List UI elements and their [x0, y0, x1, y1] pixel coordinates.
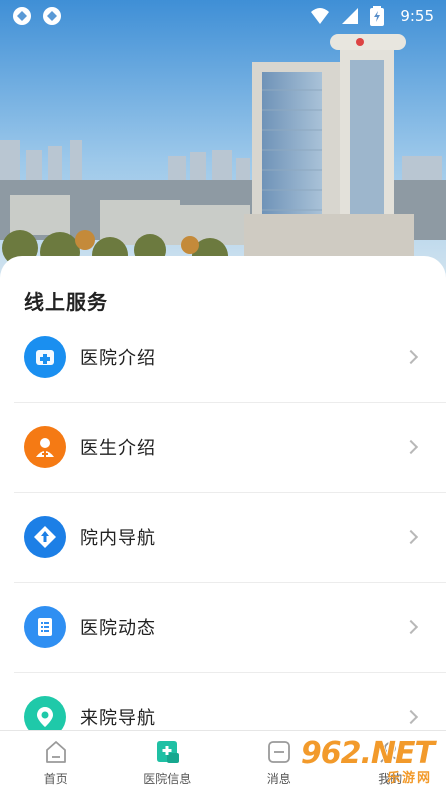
service-label: 医院介绍 — [80, 348, 156, 369]
tab-label: 医院信息 — [143, 772, 192, 786]
watermark-subtext: 乐游网 — [386, 771, 432, 786]
service-item-doctor-intro[interactable]: 医生介绍 — [0, 402, 446, 492]
hospital-plus-icon — [157, 741, 180, 763]
chevron-right-icon — [403, 619, 419, 635]
home-icon — [45, 741, 66, 763]
app-notification-icon — [42, 6, 62, 26]
hospital-info-icon — [24, 336, 66, 378]
service-label: 医院动态 — [80, 618, 156, 639]
battery-charging-icon — [370, 6, 390, 26]
status-bar: 9:55 — [0, 0, 446, 32]
service-item-hospital-news[interactable]: 医院动态 — [0, 582, 446, 672]
section-title: 线上服务 — [24, 290, 108, 314]
tab-label: 首页 — [43, 772, 68, 786]
message-icon — [267, 741, 290, 763]
tab-home[interactable]: 首页 — [0, 731, 112, 792]
navigation-diamond-icon — [24, 516, 66, 558]
hero-photo — [0, 0, 446, 290]
watermark-text: 962.NET — [300, 736, 435, 771]
signal-icon — [340, 6, 360, 26]
services-list: 医院介绍 医生介绍 院内导航 医院动态 来院导航 — [0, 312, 446, 736]
service-label: 来院导航 — [80, 708, 156, 729]
app-notification-icon — [12, 6, 32, 26]
chevron-right-icon — [403, 709, 419, 725]
service-label: 院内导航 — [80, 528, 156, 549]
service-item-hospital-intro[interactable]: 医院介绍 — [0, 312, 446, 402]
service-item-route-to-hospital[interactable]: 来院导航 — [0, 672, 446, 736]
news-list-icon — [24, 606, 66, 648]
chevron-right-icon — [403, 439, 419, 455]
chevron-right-icon — [403, 349, 419, 365]
clock-time: 9:55 — [400, 7, 434, 25]
site-watermark: 962.NET 乐游网 — [300, 734, 442, 786]
service-item-indoor-navigation[interactable]: 院内导航 — [0, 492, 446, 582]
services-card: 线上服务 医院介绍 医生介绍 院内导航 医院动态 来院导航 — [0, 256, 446, 736]
tab-hospital-info[interactable]: 医院信息 — [112, 731, 224, 792]
doctor-icon — [24, 426, 66, 468]
service-label: 医生介绍 — [80, 438, 156, 459]
chevron-right-icon — [403, 529, 419, 545]
wifi-icon — [310, 6, 330, 26]
tab-label: 消息 — [266, 772, 291, 786]
